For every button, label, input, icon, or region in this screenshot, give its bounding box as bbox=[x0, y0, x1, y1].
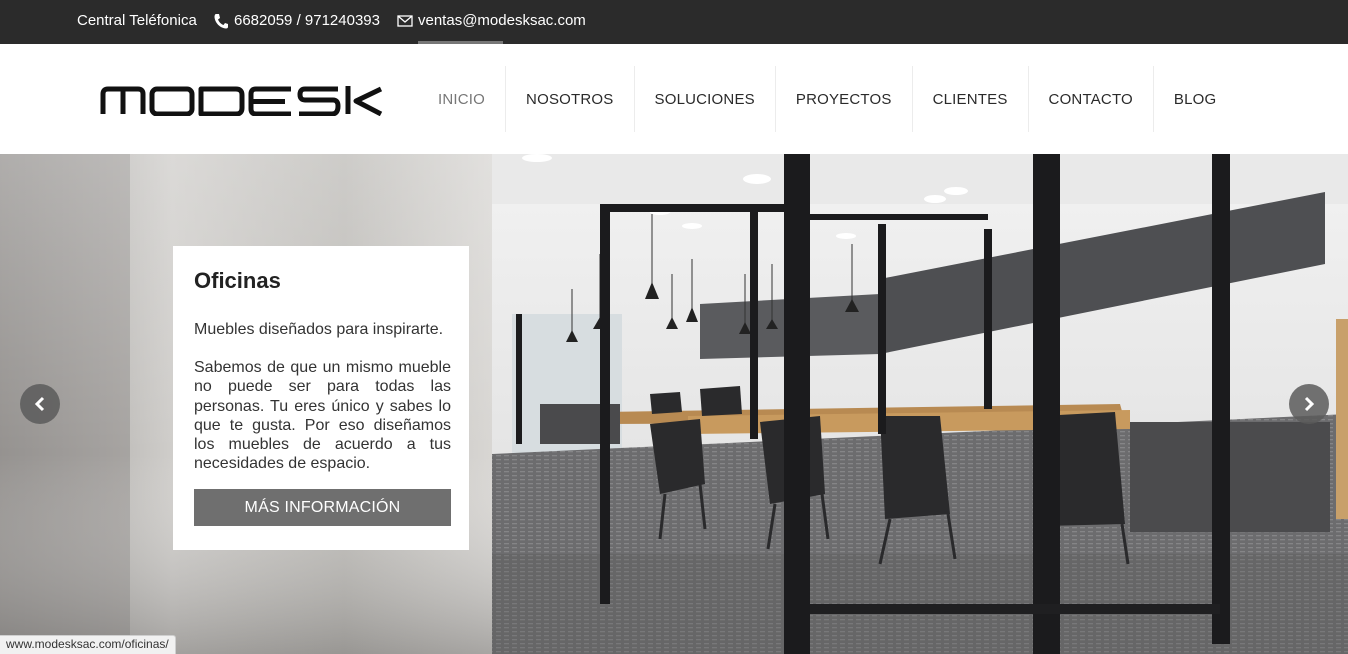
nav-proyectos[interactable]: PROYECTOS bbox=[776, 66, 913, 132]
slider-prev-button[interactable] bbox=[20, 384, 60, 424]
slide-title: Oficinas bbox=[194, 268, 281, 293]
slider-next-button[interactable] bbox=[1289, 384, 1329, 424]
phone-icon bbox=[214, 14, 228, 29]
nav-contacto[interactable]: CONTACTO bbox=[1029, 66, 1154, 132]
slide-description: Sabemos de que un mismo mueble no puede … bbox=[194, 359, 451, 473]
mail-icon bbox=[397, 15, 413, 27]
nav-clientes[interactable]: CLIENTES bbox=[913, 66, 1029, 132]
nav-nosotros[interactable]: NOSOTROS bbox=[506, 66, 635, 132]
nav-soluciones[interactable]: SOLUCIONES bbox=[635, 66, 776, 132]
nav-inicio[interactable]: INICIO bbox=[418, 66, 507, 132]
email-link[interactable]: ventas@modesksac.com bbox=[418, 12, 586, 30]
more-info-button[interactable]: MÁS INFORMACIÓN bbox=[194, 489, 451, 526]
hero-slider: Oficinas Muebles diseñados para inspirar… bbox=[0, 154, 1348, 654]
phone-numbers[interactable]: 6682059 / 971240393 bbox=[234, 12, 380, 30]
modesk-logo[interactable] bbox=[100, 86, 384, 116]
main-nav: INICIO NOSOTROS SOLUCIONES PROYECTOS CLI… bbox=[418, 66, 1236, 132]
slide-subtitle: Muebles diseñados para inspirarte. bbox=[194, 321, 444, 338]
chevron-left-icon bbox=[34, 396, 45, 412]
nav-blog[interactable]: BLOG bbox=[1154, 66, 1236, 132]
browser-status-url: www.modesksac.com/oficinas/ bbox=[0, 635, 176, 654]
slide-caption-card: Oficinas Muebles diseñados para inspirar… bbox=[173, 246, 469, 550]
top-contact-bar: Central Teléfonica 6682059 / 971240393 v… bbox=[0, 0, 1348, 44]
central-label: Central Teléfonica bbox=[77, 12, 197, 29]
chevron-right-icon bbox=[1304, 396, 1315, 412]
site-header: INICIO NOSOTROS SOLUCIONES PROYECTOS CLI… bbox=[0, 44, 1348, 154]
